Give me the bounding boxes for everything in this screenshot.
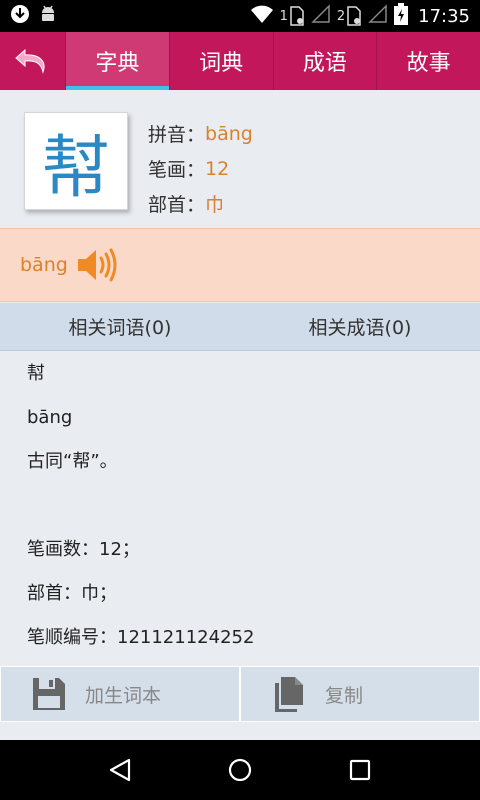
nav-back-button[interactable]: [90, 740, 150, 800]
related-words-tab[interactable]: 相关词语(0): [0, 303, 240, 350]
content-line: [27, 484, 480, 528]
copy-icon: [269, 674, 309, 714]
tab-label: 词典: [199, 51, 244, 76]
character-info: 拼音： bāng 笔画： 12 部首： 巾: [148, 116, 253, 221]
back-button[interactable]: [0, 32, 66, 90]
home-circle-icon: [228, 758, 252, 782]
content-line: 部首：巾；: [27, 583, 117, 604]
speaker-icon: [77, 248, 117, 282]
tab-label: 成语: [302, 51, 347, 76]
bottom-spacer: [0, 722, 480, 740]
tab-label: 字典: [95, 51, 140, 76]
signal-icon: [368, 3, 388, 29]
pinyin-label: 拼音：: [148, 124, 206, 146]
add-to-vocab-label: 加生词本: [85, 684, 162, 707]
undo-arrow-icon: [14, 48, 44, 74]
sim1-indicator: 1: [280, 6, 305, 26]
radical-value: 巾: [205, 194, 225, 216]
signal-icon: [311, 3, 331, 29]
action-bar: 加生词本 复制: [0, 666, 480, 722]
pronunciation-text: bāng: [20, 254, 68, 276]
download-icon: [10, 4, 30, 28]
sim2-label: 2: [336, 8, 346, 24]
copy-label: 复制: [325, 684, 364, 707]
nav-recents-button[interactable]: [330, 740, 390, 800]
back-triangle-icon: [109, 758, 131, 782]
tab-zidian[interactable]: 字典: [66, 32, 170, 90]
character-glyph: 幇: [24, 112, 128, 210]
tab-chengyu[interactable]: 成语: [274, 32, 378, 90]
radical-label: 部首：: [148, 194, 206, 216]
strokes-row: 笔画： 12: [148, 151, 253, 186]
strokes-value: 12: [205, 157, 230, 180]
content-line: bāng: [27, 407, 73, 428]
sim2-indicator: 2: [337, 6, 362, 26]
tab-label: 故事: [406, 51, 451, 76]
content-line: 笔顺编号：121121124252: [27, 627, 255, 648]
pinyin-row: 拼音： bāng: [148, 116, 253, 151]
floppy-disk-icon: [29, 674, 69, 714]
android-icon: [38, 4, 58, 28]
system-nav-bar: [0, 740, 480, 800]
battery-icon: [394, 2, 409, 30]
copy-button[interactable]: 复制: [240, 666, 480, 722]
tab-cidian[interactable]: 词典: [170, 32, 274, 90]
pronunciation-band: bāng: [0, 228, 480, 302]
definition-content: 幇 bāng 古同“帮”。 笔画数：12； 部首：巾； 笔顺编号：1211211…: [0, 352, 480, 666]
top-tab-bar: 字典 词典 成语 故事: [0, 32, 480, 90]
content-line: 笔画数：12；: [27, 539, 140, 560]
strokes-label: 笔画：: [148, 159, 206, 181]
status-bar: 1 2 17:35: [0, 0, 480, 32]
play-audio-button[interactable]: [74, 245, 120, 285]
nav-home-button[interactable]: [210, 740, 270, 800]
sim1-label: 1: [279, 8, 288, 24]
related-idioms-tab[interactable]: 相关成语(0): [240, 303, 480, 350]
related-idioms-label: 相关成语(0): [308, 317, 412, 339]
sim-card-icon: [347, 6, 361, 26]
add-to-vocab-button[interactable]: 加生词本: [0, 666, 240, 722]
content-line: 古同“帮”。: [27, 451, 118, 472]
radical-row: 部首： 巾: [148, 186, 253, 221]
pinyin-value: bāng: [205, 122, 253, 145]
sim-card-icon: [290, 6, 304, 26]
content-line: 幇: [27, 363, 45, 384]
clock: 17:35: [418, 5, 470, 27]
related-words-label: 相关词语(0): [68, 317, 172, 339]
tab-gushi[interactable]: 故事: [377, 32, 480, 90]
recents-square-icon: [349, 759, 371, 781]
character-header: 幇 拼音： bāng 笔画： 12 部首： 巾: [0, 90, 480, 228]
wifi-icon: [250, 4, 274, 29]
related-tabs: 相关词语(0) 相关成语(0): [0, 303, 480, 351]
